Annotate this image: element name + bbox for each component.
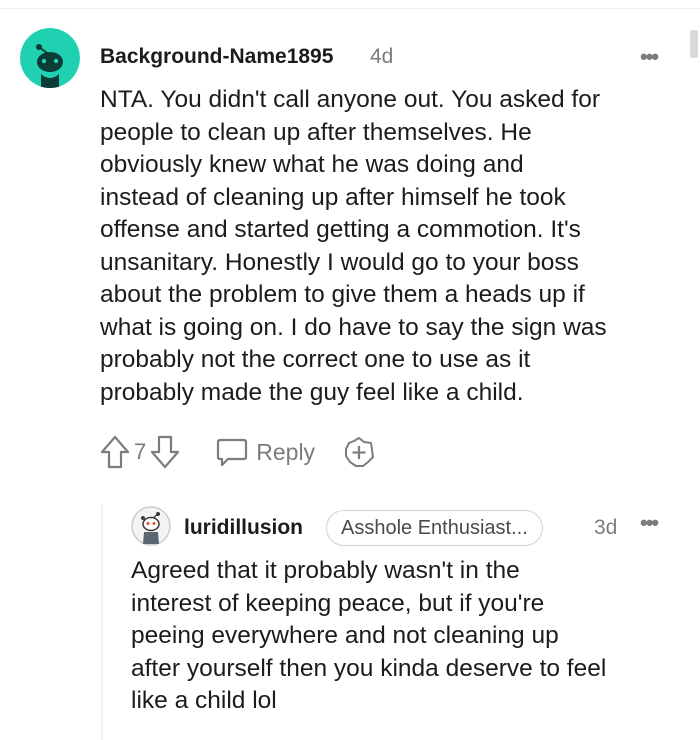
comment-body-line: unsanitary. Honestly I would go to your …	[100, 248, 579, 276]
comment-username[interactable]: Background-Name1895	[100, 45, 333, 69]
reply-timestamp: 3d	[594, 516, 618, 539]
comment-body-line: instead of cleaning up after himself he …	[100, 183, 566, 211]
scrollbar-thumb[interactable]	[690, 30, 698, 58]
user-flair: Asshole Enthusiast...	[326, 510, 543, 546]
reply-body-line: like a child lol	[131, 687, 277, 714]
comment-body-line: NTA. You didn't call anyone out. You ask…	[100, 86, 601, 113]
reply-username[interactable]: luridillusion	[184, 516, 303, 540]
reply-body: Agreed that it probably wasn't in the in…	[131, 555, 606, 718]
comment-body-line: people to clean up after themselves. He	[100, 118, 532, 146]
speech-bubble-icon	[217, 438, 248, 467]
reply-label: Reply	[256, 438, 316, 465]
more-dots-icon[interactable]: •••	[640, 510, 659, 536]
comment-action-bar: 7 Reply	[100, 434, 375, 470]
reply-body-line: interest of keeping peace, but if you're	[131, 589, 545, 617]
comment-body-line: obviously knew what he was doing and	[100, 151, 524, 178]
reply-body-line: peeing everywhere and not cleaning up	[131, 622, 559, 649]
comment-body-line: probably made the guy feel like a child.	[100, 378, 524, 406]
comment-body-line: about the problem to give them a heads u…	[100, 281, 585, 308]
downvote-button[interactable]	[150, 434, 180, 470]
upvote-arrow-icon	[100, 435, 130, 469]
reply-avatar[interactable]	[131, 506, 171, 546]
reply-button[interactable]: Reply	[216, 437, 315, 467]
reply-body-line: after yourself then you kinda deserve to…	[131, 654, 607, 682]
award-button[interactable]	[343, 436, 375, 468]
comment-body-line: offense and started getting a commotion.…	[100, 216, 581, 243]
comment-body-line: what is going on. I do have to say the s…	[100, 313, 607, 341]
plus-award-icon	[345, 437, 375, 467]
reply-body-line: Agreed that it probably wasn't in the	[131, 557, 520, 584]
vote-count: 7	[134, 439, 147, 464]
top-divider	[0, 8, 700, 9]
comment-body-line: probably not the correct one to use as i…	[100, 346, 531, 373]
snoo-avatar-icon	[20, 28, 80, 88]
more-dots-icon[interactable]: •••	[640, 44, 659, 70]
comment-body: NTA. You didn't call anyone out. You ask…	[100, 84, 607, 409]
snoo-avatar-icon	[131, 506, 171, 546]
upvote-button[interactable]	[100, 434, 130, 470]
downvote-arrow-icon	[151, 435, 180, 469]
thread-line[interactable]	[101, 505, 103, 740]
comment-timestamp: 4d	[370, 45, 394, 68]
avatar[interactable]	[20, 28, 80, 88]
